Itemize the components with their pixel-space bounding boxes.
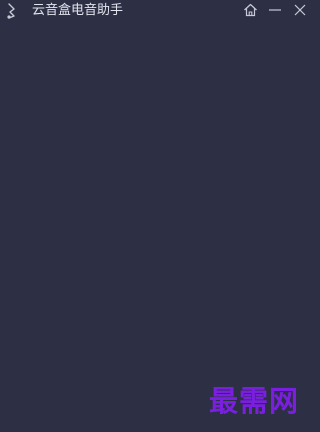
- minimize-button[interactable]: [266, 2, 284, 18]
- app-title: 云音盒电音助手: [32, 3, 124, 18]
- close-icon: [293, 3, 307, 17]
- app-window: 云音盒电音助手 最需网: [0, 0, 315, 432]
- home-icon: [243, 3, 258, 17]
- watermark-text: 最需网: [208, 384, 299, 418]
- minimize-icon: [268, 3, 282, 17]
- music-note-icon: [6, 3, 18, 19]
- main-content-area: 最需网: [0, 22, 315, 432]
- home-button[interactable]: [241, 2, 259, 18]
- close-button[interactable]: [291, 2, 309, 18]
- title-bar[interactable]: 云音盒电音助手: [0, 0, 315, 22]
